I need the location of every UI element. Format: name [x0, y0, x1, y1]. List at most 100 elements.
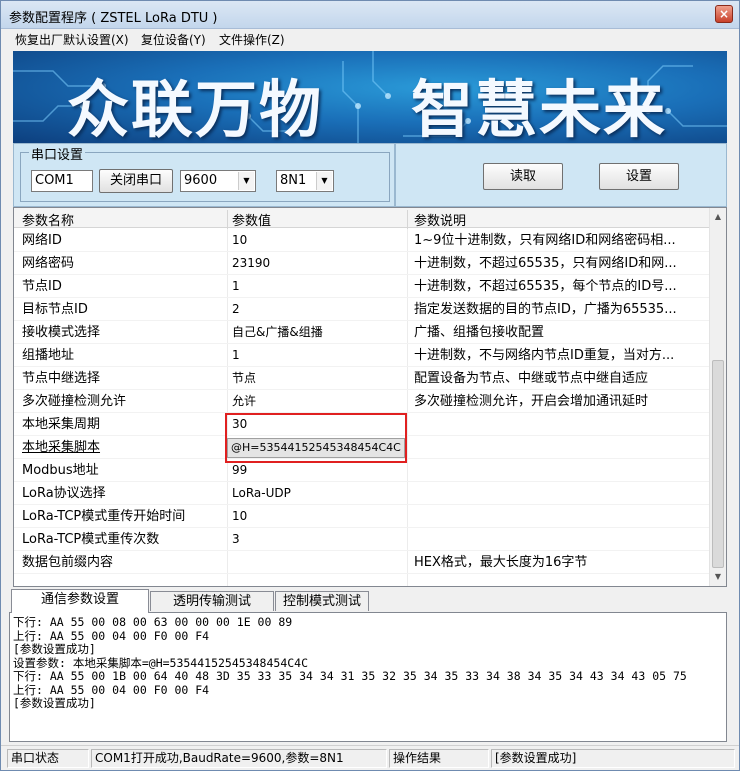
banner-left-slogan: 众联万物: [67, 73, 324, 143]
param-description-cell: [414, 482, 704, 505]
highlight-box: [225, 413, 407, 463]
param-name-cell: 多次碰撞检测允许: [22, 394, 127, 409]
param-name-cell: LoRa协议选择: [22, 486, 106, 501]
banner-right-slogan: 智慧未来: [411, 73, 668, 143]
data-format-select[interactable]: 8N1 ▼: [276, 170, 334, 192]
chevron-down-icon[interactable]: ▼: [316, 172, 332, 190]
param-name-cell: Modbus地址: [22, 463, 99, 478]
menu-reset-device[interactable]: 复位设备(Y): [141, 31, 206, 48]
menu-bar: 恢复出厂默认设置(X) 复位设备(Y) 文件操作(Z): [1, 29, 739, 49]
serial-settings-panel: 串口设置 COM1 关闭串口 9600 ▼ 8N1 ▼: [13, 143, 395, 207]
param-name-cell: 接收模式选择: [22, 325, 101, 340]
column-header-description[interactable]: 参数说明: [414, 210, 466, 229]
param-description-cell: [414, 505, 704, 528]
scroll-thumb[interactable]: [712, 360, 724, 568]
close-port-button[interactable]: 关闭串口: [99, 169, 173, 193]
table-row[interactable]: 目标节点ID 2 指定发送数据的目的节点ID，广播为65535...: [14, 298, 710, 321]
param-value-cell[interactable]: 3: [232, 528, 407, 551]
param-value-cell[interactable]: 10: [232, 229, 407, 252]
param-value-cell[interactable]: [232, 551, 407, 574]
param-description-cell: 多次碰撞检测允许，开启会增加通讯延时: [414, 394, 649, 409]
param-description-cell: 指定发送数据的目的节点ID，广播为65535...: [414, 302, 677, 317]
param-value-cell[interactable]: 节点: [232, 367, 407, 390]
param-name-cell: 节点ID: [22, 279, 62, 294]
param-name-cell: LoRa-TCP模式重传次数: [22, 532, 160, 547]
param-value-cell[interactable]: 10: [232, 505, 407, 528]
close-button[interactable]: ×: [715, 5, 733, 23]
table-row[interactable]: LoRa-TCP模式重传次数 3: [14, 528, 710, 551]
table-row[interactable]: 接收模式选择 自己&广播&组播 广播、组播包接收配置: [14, 321, 710, 344]
param-description-cell: [414, 413, 704, 436]
log-output[interactable]: 下行: AA 55 00 08 00 63 00 00 00 1E 00 89 上…: [9, 612, 727, 742]
baud-rate-select[interactable]: 9600 ▼: [180, 170, 256, 192]
column-header-name[interactable]: 参数名称: [22, 210, 74, 229]
param-description-cell: HEX格式，最大长度为16字节: [414, 555, 588, 570]
param-value-cell[interactable]: LoRa-UDP: [232, 482, 407, 505]
table-row[interactable]: 多次碰撞检测允许 允许 多次碰撞检测允许，开启会增加通讯延时: [14, 390, 710, 413]
log-line: 下行: AA 55 00 1B 00 64 40 48 3D 35 33 35 …: [13, 669, 687, 683]
log-line: [参数设置成功]: [13, 642, 96, 656]
column-separator[interactable]: [407, 210, 408, 230]
param-description-cell: 十进制数，不超过65535，每个节点的ID号...: [414, 279, 677, 294]
main-window: 参数配置程序 ( ZSTEL LoRa DTU ) × 恢复出厂默认设置(X) …: [0, 0, 740, 771]
table-row[interactable]: 数据包前缀内容 HEX格式，最大长度为16字节: [14, 551, 710, 574]
set-button[interactable]: 设置: [599, 163, 679, 190]
table-row[interactable]: 节点ID 1 十进制数，不超过65535，每个节点的ID号...: [14, 275, 710, 298]
param-value-cell[interactable]: 允许: [232, 390, 407, 413]
param-name-cell: 数据包前缀内容: [22, 555, 114, 570]
param-name-cell: 网络ID: [22, 233, 62, 248]
param-value-cell[interactable]: 1: [232, 344, 407, 367]
grid-scrollbar[interactable]: ▲ ▼: [709, 208, 726, 586]
parameter-grid: 参数名称 参数值 参数说明 网络ID 10 1~9位十进制数，只有网络ID和网络密码…: [13, 207, 727, 587]
table-row[interactable]: 节点中继选择 节点 配置设备为节点、中继或节点中继自适应: [14, 367, 710, 390]
param-value-cell[interactable]: 2: [232, 298, 407, 321]
param-name-cell: 节点中继选择: [22, 371, 101, 386]
table-row[interactable]: 网络密码 23190 十进制数，不超过65535，只有网络ID和网...: [14, 252, 710, 275]
serial-group-label: 串口设置: [29, 144, 86, 163]
column-header-value[interactable]: 参数值: [232, 210, 271, 229]
param-value-cell[interactable]: 自己&广播&组播: [232, 321, 407, 344]
param-value-cell[interactable]: 23190: [232, 252, 407, 275]
status-result-label: 操作结果: [389, 749, 489, 768]
grid-header: 参数名称 参数值 参数说明: [14, 208, 710, 230]
tab-bar: 通信参数设置 透明传输测试 控制模式测试: [11, 589, 727, 613]
log-line: 设置参数: 本地采集脚本=@H=53544152545348454C4C: [13, 655, 309, 670]
param-description-cell: [414, 436, 704, 459]
param-description-cell: [414, 459, 704, 482]
param-description-cell: 广播、组播包接收配置: [414, 325, 545, 340]
table-row[interactable]: LoRa协议选择 LoRa-UDP: [14, 482, 710, 505]
param-name-cell: LoRa-TCP模式重传开始时间: [22, 509, 186, 524]
status-result-value: [参数设置成功]: [491, 749, 735, 768]
param-description-cell: 配置设备为节点、中继或节点中继自适应: [414, 371, 649, 386]
log-line: 下行: AA 55 00 08 00 63 00 00 00 1E 00 89: [13, 615, 293, 629]
table-row[interactable]: LoRa-TCP模式重传开始时间 10: [14, 505, 710, 528]
param-description-cell: 十进制数，不超过65535，只有网络ID和网...: [414, 256, 677, 271]
column-separator[interactable]: [227, 210, 228, 230]
baud-rate-value: 9600: [184, 173, 218, 188]
status-serial-value: COM1打开成功,BaudRate=9600,参数=8N1: [91, 749, 387, 768]
menu-restore-defaults[interactable]: 恢复出厂默认设置(X): [15, 31, 129, 48]
tab-comm-params[interactable]: 通信参数设置: [11, 589, 149, 613]
data-format-value: 8N1: [280, 173, 307, 188]
param-name-cell: 网络密码: [22, 256, 75, 271]
param-description-cell: 1~9位十进制数，只有网络ID和网络密码相...: [414, 233, 676, 248]
status-serial-label: 串口状态: [7, 749, 89, 768]
scroll-up-icon[interactable]: ▲: [710, 208, 726, 225]
scroll-down-icon[interactable]: ▼: [710, 568, 726, 585]
com-port-field[interactable]: COM1: [31, 170, 93, 192]
tab-control-mode[interactable]: 控制模式测试: [275, 591, 369, 611]
tab-transparent-transfer[interactable]: 透明传输测试: [150, 591, 274, 611]
table-row[interactable]: 组播地址 1 十进制数，不与网络内节点ID重复，当对方...: [14, 344, 710, 367]
grid-body: 网络ID 10 1~9位十进制数，只有网络ID和网络密码相... 网络密码 23190 十…: [14, 229, 710, 574]
window-title: 参数配置程序 ( ZSTEL LoRa DTU ): [9, 11, 218, 26]
param-value-cell[interactable]: 1: [232, 275, 407, 298]
menu-file-operations[interactable]: 文件操作(Z): [219, 31, 285, 48]
read-button[interactable]: 读取: [483, 163, 563, 190]
banner: 众联万物 智慧未来: [13, 51, 727, 143]
table-row[interactable]: 网络ID 10 1~9位十进制数，只有网络ID和网络密码相...: [14, 229, 710, 252]
log-line: 上行: AA 55 00 04 00 F0 00 F4: [13, 628, 210, 643]
param-description-cell: 十进制数，不与网络内节点ID重复，当对方...: [414, 348, 675, 363]
chevron-down-icon[interactable]: ▼: [238, 172, 254, 190]
log-line: [参数设置成功]: [13, 696, 96, 710]
title-bar[interactable]: 参数配置程序 ( ZSTEL LoRa DTU ) ×: [1, 1, 739, 29]
